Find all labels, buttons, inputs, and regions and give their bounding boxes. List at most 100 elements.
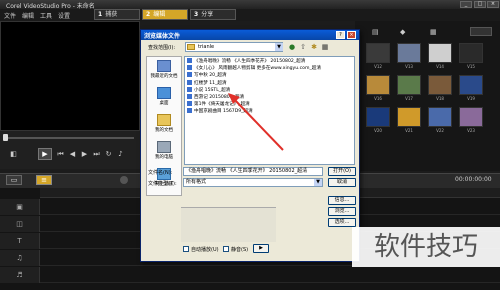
file-item[interactable]: 《渔舟唱晚》流畅 《人生四季花开》 20150802_超清 xyxy=(187,58,305,65)
view-menu-icon[interactable]: ▦ xyxy=(320,42,330,52)
minimize-button[interactable]: _ xyxy=(460,1,472,8)
end-icon[interactable]: ⏭ xyxy=(91,150,102,159)
new-folder-icon[interactable]: ✱ xyxy=(309,42,319,52)
file-type-chevron-icon[interactable]: ▼ xyxy=(314,179,322,186)
library-thumbnail[interactable] xyxy=(366,43,390,63)
file-item[interactable]: 第1件《倚天屠龙记》_超清 xyxy=(187,101,250,108)
home-icon[interactable]: ⏮ xyxy=(55,150,66,159)
prev-frame-icon[interactable]: ◀ xyxy=(67,150,78,159)
next-frame-icon[interactable]: ▶ xyxy=(79,150,90,159)
file-type-select[interactable]: 所有格式 xyxy=(183,178,323,187)
library-thumbnail[interactable] xyxy=(397,75,421,95)
chevron-down-icon[interactable]: ▼ xyxy=(275,43,283,51)
look-in-label: 查找范围(I): xyxy=(148,45,176,51)
volume-icon[interactable]: ♪ xyxy=(115,150,126,159)
dialog-help-button[interactable]: ? xyxy=(336,31,345,39)
menu-edit[interactable]: 编辑 xyxy=(22,11,34,20)
library-thumbnail[interactable] xyxy=(366,75,390,95)
info-button[interactable]: 信息... xyxy=(328,196,356,205)
media-file-icon xyxy=(187,108,192,114)
tab-share[interactable]: 3 分享 xyxy=(190,9,236,20)
timeline-timecode: 00:00:00:00 xyxy=(455,176,492,183)
cancel-button[interactable]: 取消 xyxy=(328,178,356,187)
file-preview-area xyxy=(181,208,276,242)
library-thumbnail[interactable] xyxy=(428,75,452,95)
file-item[interactable]: 中国京剧曲目 1567D9_超清 xyxy=(187,108,253,115)
library-thumbnail[interactable] xyxy=(459,107,483,127)
file-item-label: 写中秋 20_超清 xyxy=(194,73,227,79)
autoplay-checkbox[interactable] xyxy=(183,246,189,252)
file-item[interactable]: 西游记 20150801_超清 xyxy=(187,94,244,101)
browse-button[interactable]: 浏览... xyxy=(328,207,356,216)
file-item-label: 第1件《倚天屠龙记》_超清 xyxy=(194,102,250,108)
tab-capture-label: 捕获 xyxy=(105,11,118,18)
menu-file[interactable]: 文件 xyxy=(4,11,16,20)
music-track[interactable] xyxy=(0,267,500,283)
library-thumbnail-caption: V20 xyxy=(374,128,382,133)
tab-capture[interactable]: 1 捕获 xyxy=(94,9,140,20)
repeat-icon[interactable]: ↻ xyxy=(103,150,114,159)
maximize-button[interactable]: □ xyxy=(474,1,486,8)
library-thumbnail[interactable] xyxy=(459,75,483,95)
scrubber-handle[interactable] xyxy=(3,134,8,141)
library-thumbnail-caption: V22 xyxy=(436,128,444,133)
library-search[interactable] xyxy=(470,27,492,36)
place-desktop[interactable]: 桌面 xyxy=(146,86,182,112)
file-name-input[interactable]: 《渔舟唱晚》流畅 《人生四季花开》 20150802_超清 xyxy=(183,167,323,176)
play-button[interactable]: ▶ xyxy=(38,148,52,160)
library-thumbnail[interactable] xyxy=(366,107,390,127)
library-thumbnail[interactable] xyxy=(428,43,452,63)
file-item-label: 红楼梦 11_超清 xyxy=(194,80,227,86)
place-recent[interactable]: 我最近的文档 xyxy=(146,59,182,85)
media-file-icon xyxy=(187,86,192,92)
mute-label: 静音(S) xyxy=(231,247,249,253)
file-item[interactable]: 小说 15STL_超清 xyxy=(187,86,230,94)
overlay-track-icon[interactable]: ◫ xyxy=(0,216,40,232)
close-app-button[interactable]: × xyxy=(487,1,499,8)
place-recent-label: 我最近的文档 xyxy=(150,74,178,79)
mute-checkbox[interactable] xyxy=(223,246,229,252)
menu-settings[interactable]: 设置 xyxy=(58,11,70,20)
library-thumbnail[interactable] xyxy=(428,107,452,127)
project-toggle-icon[interactable]: ◧ xyxy=(8,150,19,159)
folder-icon[interactable]: ▤ xyxy=(372,28,382,36)
file-item[interactable]: 红楼梦 11_超清 xyxy=(187,79,227,87)
file-item[interactable]: 写中秋 20_超清 xyxy=(187,72,227,79)
open-button[interactable]: 打开(O) xyxy=(328,167,356,176)
preview-play-button[interactable]: ▶ xyxy=(253,244,269,253)
media-file-icon xyxy=(187,72,192,78)
options-button[interactable]: 选项... xyxy=(328,218,356,227)
browse-media-dialog: 浏览媒体文件 ? × 查找范围(I): trianle ▼ ● ⇧ ✱ ▦ 我最… xyxy=(140,29,360,262)
library-thumbnail-caption: V13 xyxy=(405,64,413,69)
library-thumbnail[interactable] xyxy=(397,43,421,63)
dialog-title: 浏览媒体文件 xyxy=(144,33,181,40)
back-icon[interactable]: ● xyxy=(287,42,297,52)
menu-tools[interactable]: 工具 xyxy=(40,11,52,20)
up-folder-icon[interactable]: ⇧ xyxy=(298,42,308,52)
video-track-icon[interactable]: ▣ xyxy=(0,199,40,215)
dialog-close-button[interactable]: × xyxy=(347,31,356,39)
file-item[interactable]: 《女儿心》 风雨翻越人物剪辑 更多在www.xingyu.com_超清 xyxy=(187,65,321,72)
library-thumbnail[interactable] xyxy=(397,107,421,127)
title-track-icon[interactable]: T xyxy=(0,233,40,249)
file-name-label: 文件名(N): xyxy=(148,170,173,176)
voice-track-icon[interactable]: ♫ xyxy=(0,250,40,266)
tab-edit[interactable]: 2 编辑 xyxy=(142,9,188,20)
music-track-icon[interactable]: ♬ xyxy=(0,267,40,283)
library-thumbnail-caption: V14 xyxy=(436,64,444,69)
transition-icon[interactable]: ▦ xyxy=(430,28,440,36)
record-icon[interactable] xyxy=(120,176,128,184)
timeline-view-icon[interactable]: ≡ xyxy=(36,175,52,185)
tab-share-label: 分享 xyxy=(201,11,214,18)
media-icon[interactable]: ◆ xyxy=(400,28,410,36)
look-in-select[interactable]: trianle xyxy=(185,42,283,52)
scrubber-track[interactable] xyxy=(6,137,134,139)
media-file-icon xyxy=(187,94,192,99)
library-thumbnail[interactable] xyxy=(459,43,483,63)
place-documents[interactable]: 我的文档 xyxy=(146,113,182,139)
storyboard-view-icon[interactable]: ▭ xyxy=(6,175,22,185)
my-computer-icon xyxy=(157,141,171,153)
media-file-icon xyxy=(187,101,192,107)
place-computer[interactable]: 我的电脑 xyxy=(146,140,182,166)
recent-docs-icon xyxy=(157,60,171,72)
